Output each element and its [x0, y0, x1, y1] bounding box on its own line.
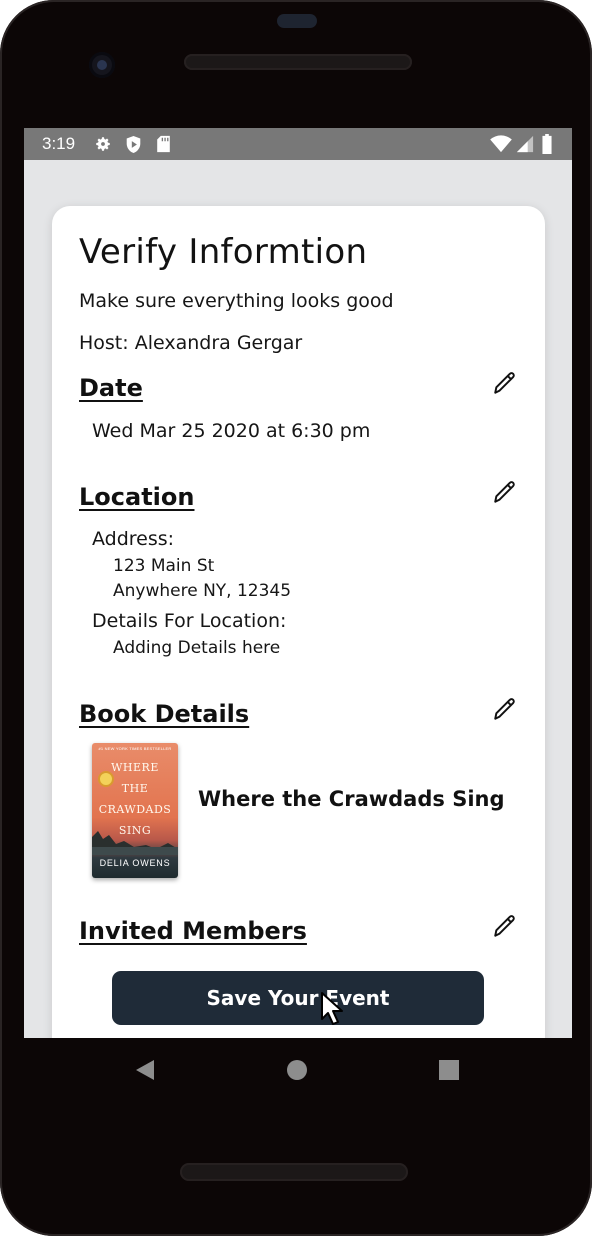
edit-members-pencil-icon[interactable]	[492, 913, 518, 939]
book-cover-banner: #1 NEW YORK TIMES BESTSELLER	[98, 746, 172, 751]
book-title: Where the Crawdads Sing	[198, 787, 505, 811]
date-value: Wed Mar 25 2020 at 6:30 pm	[92, 420, 371, 442]
battery-icon	[536, 133, 558, 155]
address-label: Address:	[92, 528, 175, 550]
signal-icon	[514, 133, 536, 155]
invited-members-heading: Invited Members	[79, 917, 307, 945]
date-heading: Date	[79, 374, 143, 402]
gear-icon	[92, 133, 114, 155]
home-icon[interactable]	[283, 1056, 311, 1084]
recents-icon[interactable]	[435, 1056, 463, 1084]
location-details-value: Adding Details here	[113, 638, 281, 658]
location-details-label: Details For Location:	[92, 610, 287, 632]
book-cover-author: DELIA OWENS	[99, 858, 171, 868]
screen: 3:19 Verify Informtion Make sure everyth…	[24, 128, 572, 1038]
back-icon[interactable]	[131, 1056, 159, 1084]
edit-date-pencil-icon[interactable]	[492, 370, 518, 396]
front-camera	[89, 52, 115, 78]
sd-card-icon	[152, 133, 174, 155]
edit-book-pencil-icon[interactable]	[492, 696, 518, 722]
trees-illustration	[92, 831, 178, 855]
save-event-button[interactable]: Save Your Event	[112, 971, 484, 1025]
status-time: 3:19	[42, 134, 76, 153]
book-details-heading: Book Details	[79, 700, 250, 728]
location-heading: Location	[79, 483, 195, 511]
mouse-cursor-icon	[321, 992, 343, 1025]
address-line-1: 123 Main St	[113, 556, 215, 576]
shield-icon	[122, 133, 144, 155]
status-bar: 3:19	[24, 128, 572, 160]
address-line-2: Anywhere NY, 12345	[113, 581, 292, 601]
earpiece-speaker	[184, 54, 412, 70]
book-cover-image: #1 NEW YORK TIMES BESTSELLER WHERE THE C…	[92, 743, 178, 878]
front-sensor	[277, 14, 317, 28]
host-label: Host: Alexandra Gergar	[79, 332, 303, 354]
phone-frame: 3:19 Verify Informtion Make sure everyth…	[0, 0, 592, 1236]
verify-card: Verify Informtion Make sure everything l…	[52, 206, 545, 1038]
page-subtitle: Make sure everything looks good	[79, 290, 394, 312]
bottom-speaker	[180, 1163, 408, 1181]
navigation-bar	[24, 1038, 572, 1102]
page-title: Verify Informtion	[79, 232, 368, 272]
wifi-icon	[490, 133, 512, 155]
edit-location-pencil-icon[interactable]	[492, 479, 518, 505]
